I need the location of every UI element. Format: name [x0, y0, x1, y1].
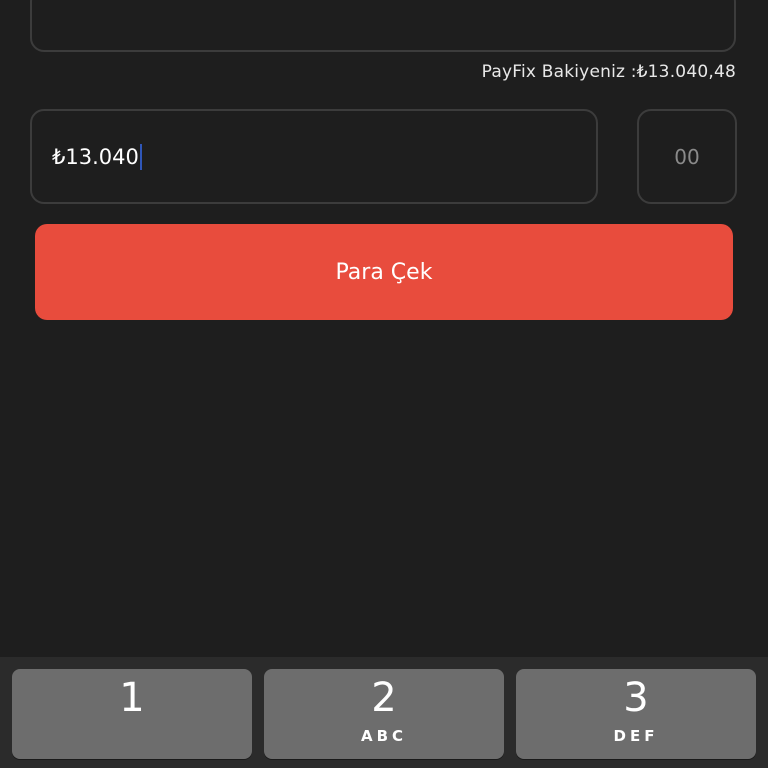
- withdraw-screen: PayFix Bakiyeniz :₺13.040,48 ₺13.040 00 …: [0, 0, 768, 768]
- key-2[interactable]: 2 ABC: [264, 669, 504, 759]
- text-caret: [139, 143, 142, 170]
- key-digit: 2: [371, 675, 397, 721]
- cents-input[interactable]: 00: [637, 109, 737, 204]
- key-digit: 3: [623, 675, 649, 721]
- withdraw-button-label: Para Çek: [335, 259, 433, 285]
- balance-label: PayFix Bakiyeniz :₺13.040,48: [481, 62, 736, 82]
- amount-input[interactable]: ₺13.040: [30, 109, 598, 204]
- account-field[interactable]: [30, 0, 736, 52]
- amount-value: ₺13.040: [52, 144, 139, 169]
- key-letters: ABC: [360, 727, 408, 745]
- cents-placeholder: 00: [674, 144, 700, 169]
- withdraw-button[interactable]: Para Çek: [35, 224, 733, 320]
- key-digit: 1: [119, 675, 145, 721]
- key-1[interactable]: 1: [12, 669, 252, 759]
- numeric-keyboard: 1 2 ABC 3 DEF: [0, 657, 768, 768]
- key-3[interactable]: 3 DEF: [516, 669, 756, 759]
- key-letters: DEF: [613, 727, 659, 745]
